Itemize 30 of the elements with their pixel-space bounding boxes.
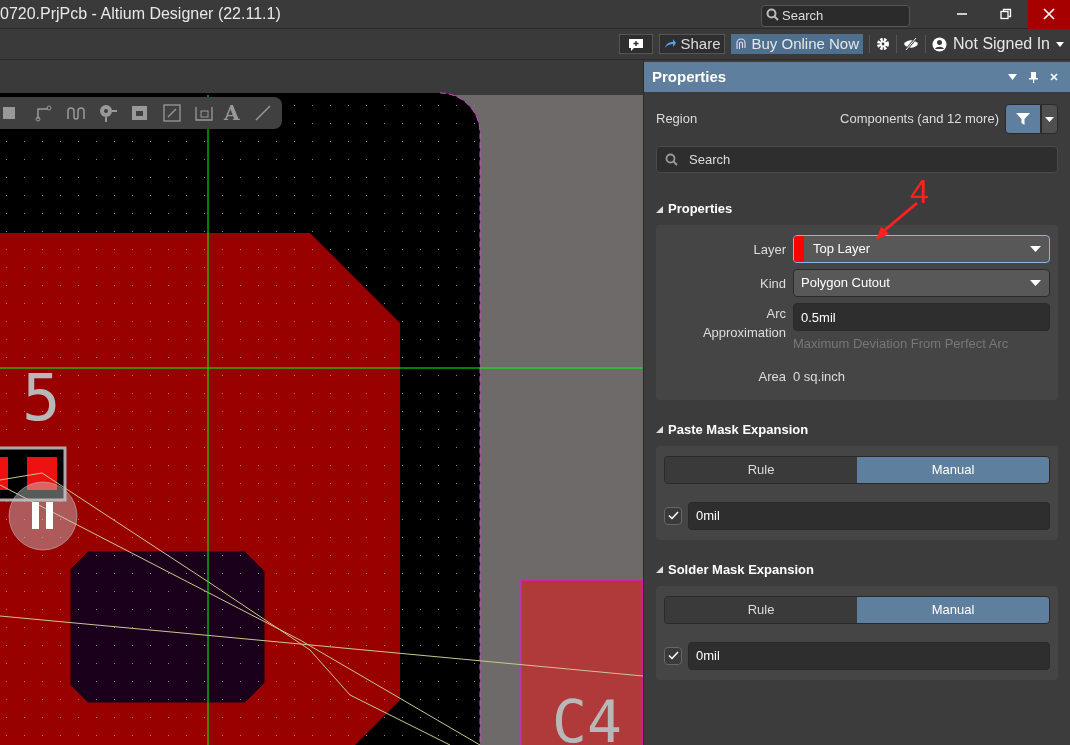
field-label: Layer bbox=[753, 241, 786, 259]
section-header[interactable]: Paste Mask Expansion bbox=[668, 419, 809, 440]
mode-tab[interactable]: Manual bbox=[857, 456, 1049, 483]
mode-tab[interactable]: Rule bbox=[665, 596, 857, 623]
search-field[interactable]: Search bbox=[656, 146, 1058, 173]
dropdown-field[interactable]: Top Layer bbox=[793, 235, 1050, 263]
mode-tab[interactable]: Rule bbox=[665, 456, 857, 483]
field-label: Kind bbox=[759, 275, 786, 293]
dropdown-field[interactable]: Polygon Cutout bbox=[793, 269, 1050, 297]
share-button[interactable]: Share bbox=[659, 34, 726, 54]
field-label: Area bbox=[758, 367, 786, 386]
designator-label: 5 bbox=[22, 361, 61, 435]
input-field[interactable]: 0mil bbox=[688, 501, 1050, 530]
annotation-number: 4 bbox=[910, 174, 929, 208]
account-menu[interactable]: Not Signed In bbox=[932, 33, 1064, 55]
input-field[interactable]: 0.5mil bbox=[793, 303, 1050, 331]
mode-tab[interactable]: Manual bbox=[857, 596, 1049, 623]
buy-online-button[interactable]: Buy Online Now bbox=[731, 34, 864, 54]
window-title: 0720.PrjPcb - Altium Designer (22.11.1) bbox=[0, 4, 281, 24]
object-type-label: Region bbox=[656, 110, 698, 129]
panel-title: Properties bbox=[652, 66, 727, 87]
field-value: 0 sq.inch bbox=[793, 367, 846, 386]
text-tool-icon[interactable]: A bbox=[224, 103, 240, 123]
field-label: Arc Approximation bbox=[701, 305, 786, 342]
designator-label: C4 bbox=[552, 688, 622, 745]
section-header[interactable]: Properties bbox=[668, 199, 733, 219]
filter-summary: Components (and 12 more) bbox=[840, 110, 999, 129]
search-field[interactable]: Search bbox=[761, 4, 910, 27]
input-field[interactable]: 0mil bbox=[688, 641, 1050, 670]
section-header[interactable]: Solder Mask Expansion bbox=[668, 559, 814, 580]
